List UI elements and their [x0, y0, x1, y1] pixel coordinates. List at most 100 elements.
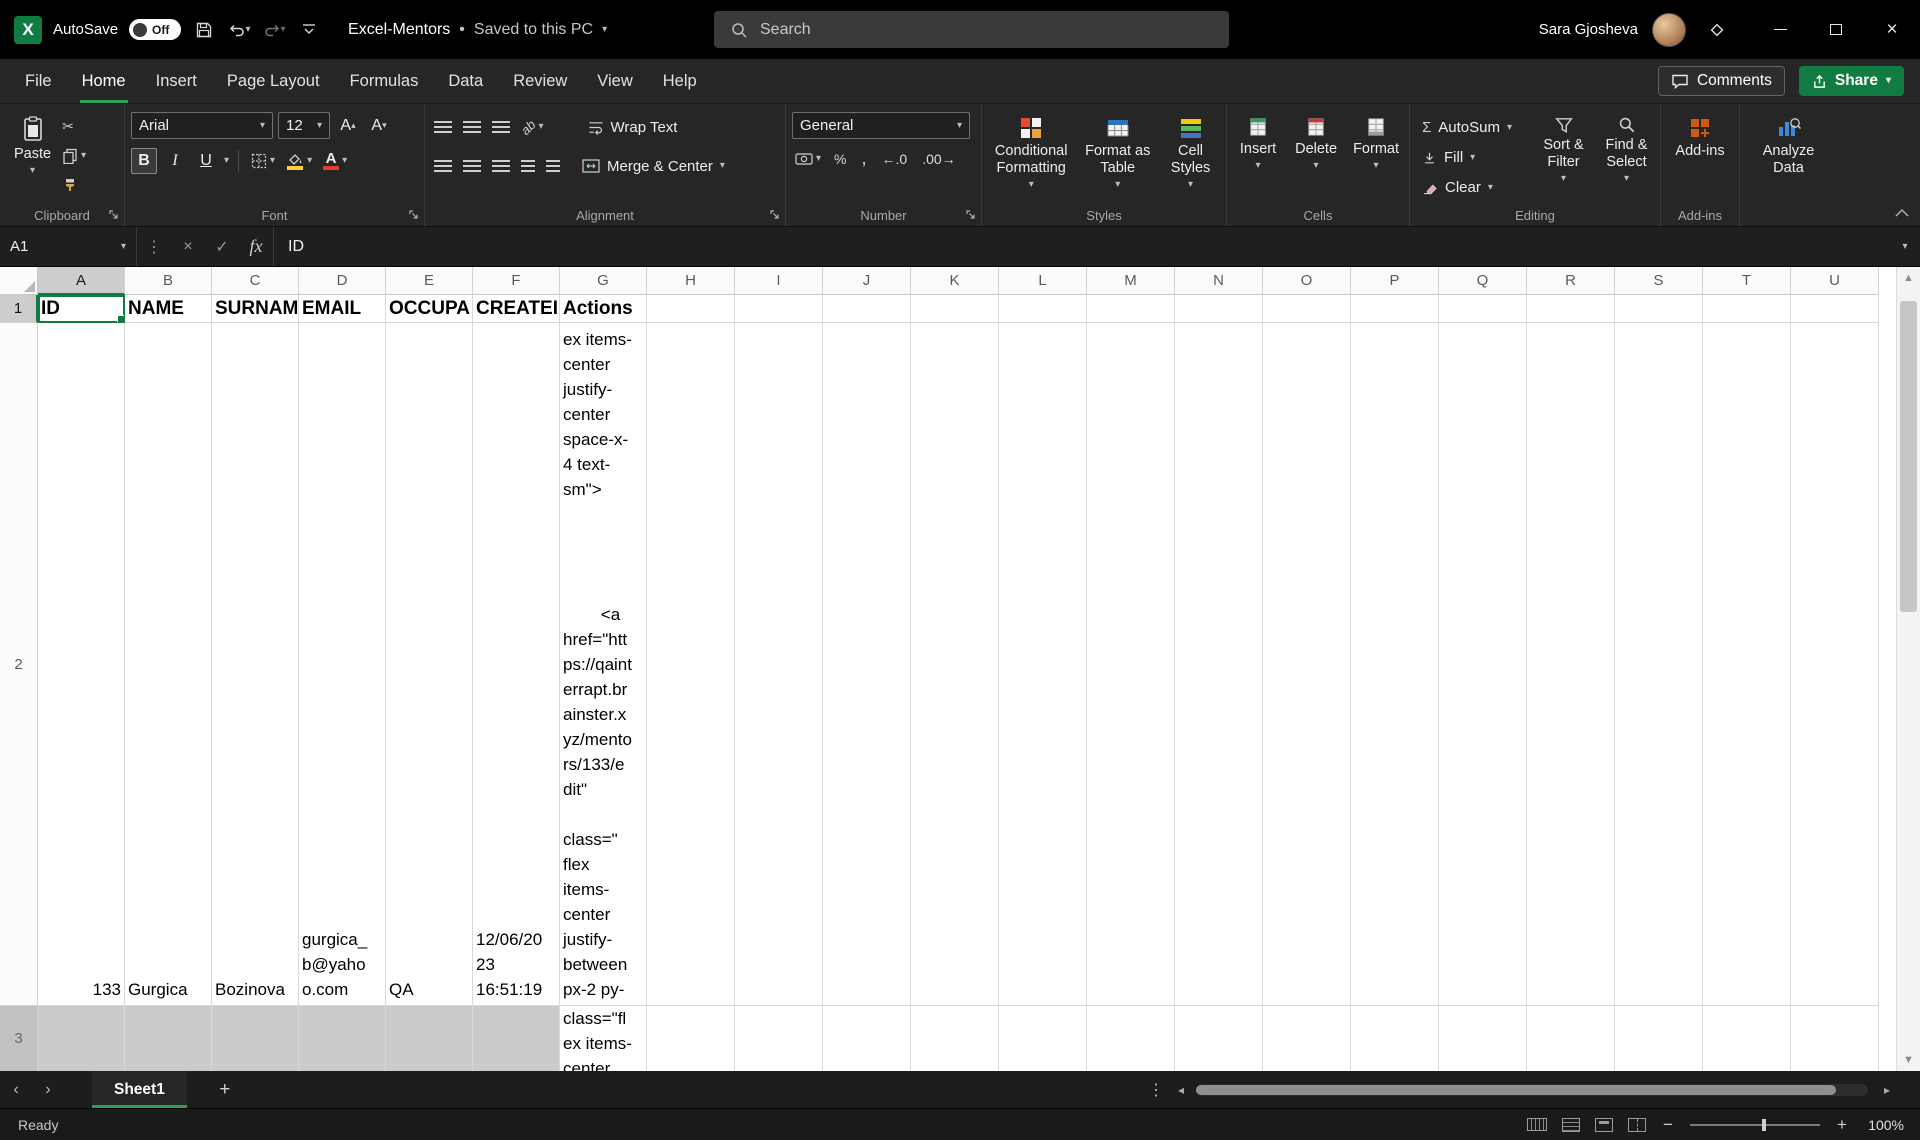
row-header-2[interactable]: 2: [0, 323, 38, 1006]
addins-button[interactable]: Add-ins: [1668, 112, 1732, 160]
cell-M1[interactable]: [1087, 295, 1175, 323]
cell-I3[interactable]: [735, 1006, 823, 1071]
column-header-R[interactable]: R: [1527, 267, 1615, 295]
format-painter-button[interactable]: [59, 175, 89, 195]
increase-indent-icon[interactable]: [546, 160, 560, 173]
designer-diamond-icon[interactable]: [1708, 21, 1726, 39]
column-header-J[interactable]: J: [823, 267, 911, 295]
cell-K1[interactable]: [911, 295, 999, 323]
cell-M2[interactable]: [1087, 323, 1175, 1006]
menu-tab-insert[interactable]: Insert: [141, 59, 212, 103]
cell-L3[interactable]: [999, 1006, 1087, 1071]
cut-button[interactable]: ✂: [59, 116, 89, 137]
cell-B2[interactable]: Gurgica: [125, 323, 212, 1006]
cell-G2[interactable]: class="fl ex items- center justify- cent…: [560, 323, 647, 1006]
insert-cells-button[interactable]: Insert ▾: [1233, 112, 1283, 171]
expand-formula-bar-chevron-icon[interactable]: ▾: [1890, 227, 1920, 266]
column-header-U[interactable]: U: [1791, 267, 1879, 295]
autosave-toggle[interactable]: Off: [129, 19, 181, 40]
cell-O3[interactable]: [1263, 1006, 1351, 1071]
bold-button[interactable]: B: [131, 148, 157, 174]
cell-R2[interactable]: [1527, 323, 1615, 1006]
cell-N3[interactable]: [1175, 1006, 1263, 1071]
paste-button[interactable]: Paste ▾: [14, 112, 51, 176]
customize-quick-access-button[interactable]: [297, 15, 321, 45]
cell-C2[interactable]: Bozinova: [212, 323, 299, 1006]
column-header-K[interactable]: K: [911, 267, 999, 295]
column-header-P[interactable]: P: [1351, 267, 1439, 295]
cell-E2[interactable]: QA: [386, 323, 473, 1006]
cell-Q3[interactable]: [1439, 1006, 1527, 1071]
increase-decimal-button[interactable]: ←.0: [877, 151, 913, 167]
cell-T3[interactable]: [1703, 1006, 1791, 1071]
page-break-view-button[interactable]: [1628, 1118, 1646, 1132]
align-right-icon[interactable]: [492, 160, 510, 173]
formula-input[interactable]: ID: [273, 227, 1890, 266]
column-header-I[interactable]: I: [735, 267, 823, 295]
cancel-entry-button[interactable]: ×: [171, 227, 205, 266]
percent-style-button[interactable]: %: [829, 151, 851, 167]
align-left-icon[interactable]: [434, 160, 452, 173]
align-top-icon[interactable]: [434, 121, 452, 134]
menu-tab-review[interactable]: Review: [498, 59, 582, 103]
user-name[interactable]: Sara Gjosheva: [1539, 21, 1638, 38]
orientation-button[interactable]: ab▾: [518, 118, 547, 137]
column-header-N[interactable]: N: [1175, 267, 1263, 295]
cell-B1[interactable]: NAME: [125, 295, 212, 323]
vertical-scrollbar-thumb[interactable]: [1900, 301, 1917, 612]
cell-S2[interactable]: [1615, 323, 1703, 1006]
cell-Q1[interactable]: [1439, 295, 1527, 323]
delete-cells-button[interactable]: Delete ▾: [1291, 112, 1341, 171]
cell-P2[interactable]: [1351, 323, 1439, 1006]
cell-S3[interactable]: [1615, 1006, 1703, 1071]
avatar[interactable]: [1652, 13, 1686, 47]
row-header-1[interactable]: 1: [0, 295, 38, 323]
column-header-L[interactable]: L: [999, 267, 1087, 295]
vertical-scrollbar[interactable]: ▲ ▼: [1896, 267, 1920, 1071]
document-title[interactable]: Excel-Mentors • Saved to this PC ▾: [348, 21, 607, 39]
borders-button[interactable]: ▾: [248, 151, 278, 171]
merge-center-button[interactable]: Merge & Center ▾: [576, 155, 731, 178]
vertical-ellipsis-icon[interactable]: ⋮: [137, 227, 171, 266]
menu-tab-help[interactable]: Help: [648, 59, 712, 103]
align-bottom-icon[interactable]: [492, 121, 510, 134]
enter-entry-button[interactable]: ✓: [205, 227, 239, 266]
cell-F3[interactable]: [473, 1006, 560, 1071]
grow-font-button[interactable]: A▴: [335, 113, 361, 139]
zoom-slider-thumb[interactable]: [1762, 1119, 1766, 1131]
cell-B3[interactable]: [125, 1006, 212, 1071]
undo-button[interactable]: ▾: [227, 15, 251, 45]
prev-sheet-button[interactable]: ‹: [0, 1081, 32, 1099]
insert-function-button[interactable]: fx: [239, 227, 273, 266]
cell-T1[interactable]: [1703, 295, 1791, 323]
zoom-level[interactable]: 100%: [1864, 1117, 1904, 1133]
name-box[interactable]: A1 ▾: [0, 227, 137, 266]
close-button[interactable]: ×: [1864, 0, 1920, 59]
cell-T2[interactable]: [1703, 323, 1791, 1006]
menu-tab-home[interactable]: Home: [67, 59, 141, 103]
cell-J3[interactable]: [823, 1006, 911, 1071]
underline-button[interactable]: U: [193, 148, 219, 174]
cell-C1[interactable]: SURNAM: [212, 295, 299, 323]
column-header-D[interactable]: D: [299, 267, 386, 295]
column-header-A[interactable]: A: [38, 267, 125, 295]
number-format-select[interactable]: General▾: [792, 112, 970, 139]
cell-J2[interactable]: [823, 323, 911, 1006]
select-all-corner[interactable]: [0, 267, 38, 295]
minimize-button[interactable]: [1752, 0, 1808, 59]
cell-F1[interactable]: CREATEI: [473, 295, 560, 323]
menu-tab-formulas[interactable]: Formulas: [335, 59, 434, 103]
cell-R1[interactable]: [1527, 295, 1615, 323]
font-dialog-launcher-icon[interactable]: [408, 209, 420, 221]
wrap-text-button[interactable]: Wrap Text: [582, 116, 684, 139]
font-size-select[interactable]: 12▾: [278, 112, 330, 139]
cell-K2[interactable]: [911, 323, 999, 1006]
cell-A2[interactable]: 133: [38, 323, 125, 1006]
comma-style-button[interactable]: ,: [856, 148, 871, 169]
sort-filter-button[interactable]: Sort & Filter ▾: [1536, 112, 1591, 184]
column-header-H[interactable]: H: [647, 267, 735, 295]
column-header-F[interactable]: F: [473, 267, 560, 295]
italic-button[interactable]: I: [162, 148, 188, 174]
cell-styles-button[interactable]: Cell Styles ▾: [1161, 112, 1220, 190]
cell-D3[interactable]: [299, 1006, 386, 1071]
